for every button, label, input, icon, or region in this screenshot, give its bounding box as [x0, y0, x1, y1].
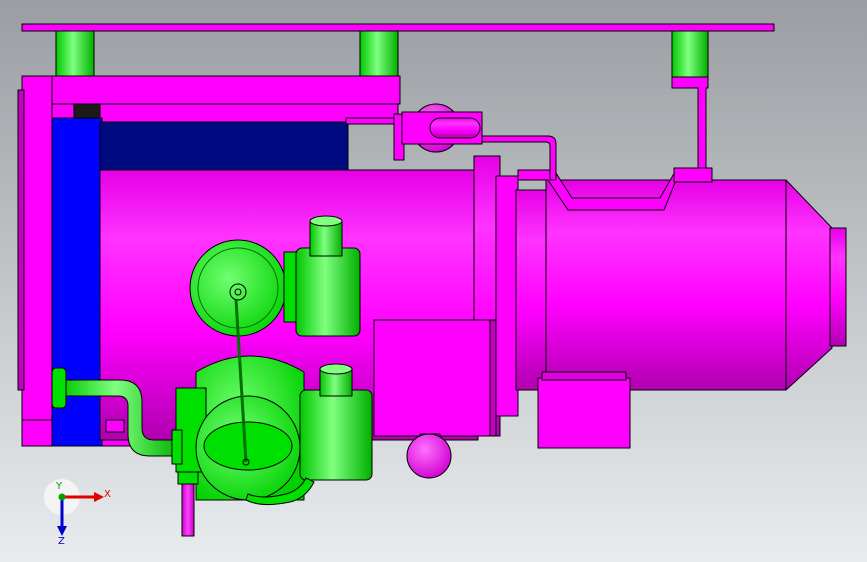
intake-cone-top: [309, 215, 343, 227]
top-mounting-plate: [21, 23, 775, 32]
standoff-middle: [359, 30, 399, 77]
triad-y-label: Y: [55, 481, 63, 492]
combustion-tube: [545, 179, 787, 391]
fuel-fitting-core: [429, 117, 481, 139]
pump-face-inner: [203, 421, 293, 471]
drain-fitting: [177, 471, 199, 485]
burner-drum: [515, 189, 549, 391]
small-stub: [105, 419, 125, 433]
pipe-flange-right: [171, 429, 183, 465]
triad-z-label: Z: [58, 536, 65, 547]
saddle-block: [673, 167, 713, 183]
standoff-right: [671, 30, 709, 78]
control-box-side: [489, 319, 497, 437]
pump-cap-top: [319, 363, 353, 375]
navy-band: [99, 121, 349, 171]
pipe-flange-left: [51, 367, 67, 409]
model-canvas[interactable]: X Y Z: [0, 0, 867, 562]
flange-lip: [495, 175, 519, 417]
lower-box-top: [541, 371, 627, 381]
blower-elbow: [295, 247, 361, 337]
blue-plate-notch: [73, 103, 101, 119]
triad-x-label: X: [104, 489, 111, 500]
pump-outlet: [299, 389, 373, 481]
frame-top-beam: [21, 75, 401, 105]
control-box: [373, 319, 493, 437]
lower-box: [537, 377, 631, 449]
standoff-left: [55, 30, 95, 77]
frame-edge-strip: [17, 89, 25, 391]
frame-left-upright: [21, 75, 53, 447]
magenta-knob: [406, 433, 452, 479]
exhaust-nozzle: [829, 227, 847, 347]
drain-tube: [181, 479, 195, 537]
graphics-viewport[interactable]: X Y Z: [0, 0, 867, 562]
triad-y-dot: [58, 493, 66, 501]
